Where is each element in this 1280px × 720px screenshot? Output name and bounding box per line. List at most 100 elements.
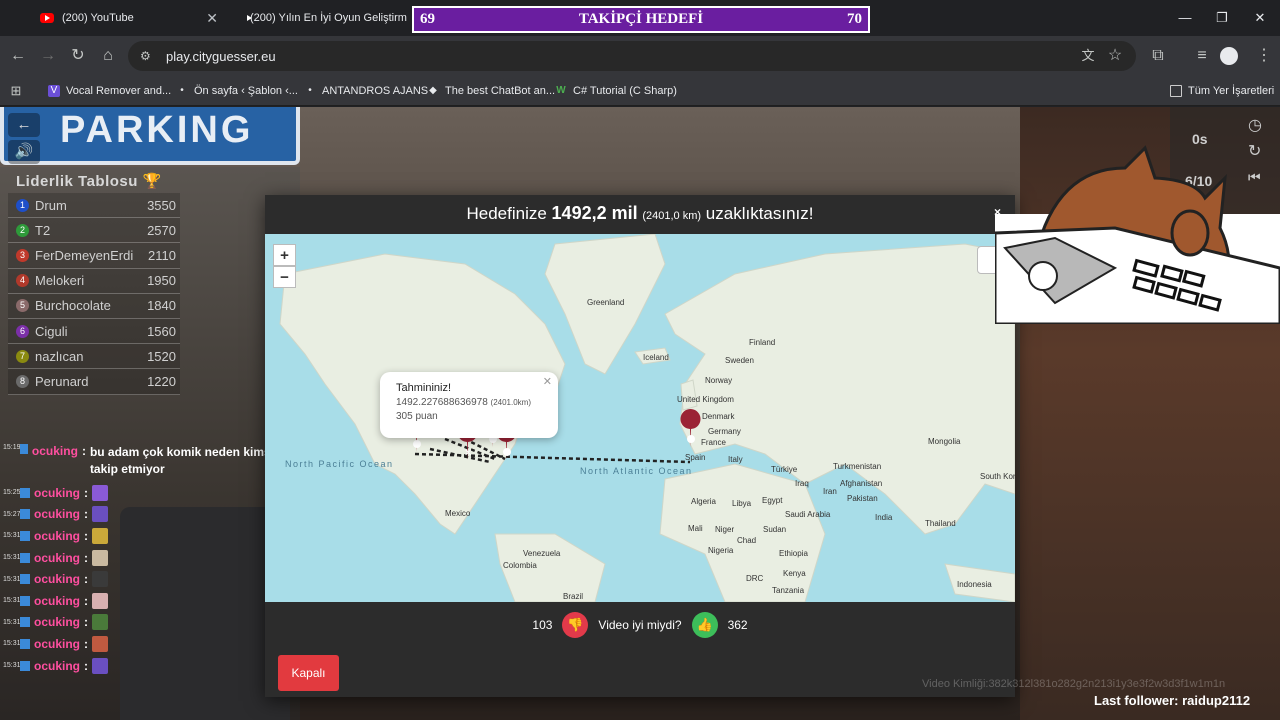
- map-label: Sudan: [763, 525, 786, 534]
- map-label: Mexico: [445, 509, 471, 518]
- zoom-in-button[interactable]: +: [273, 244, 296, 266]
- leaderboard-row: 1 Drum 3550: [8, 193, 180, 219]
- rank-badge: 6: [16, 324, 29, 338]
- thumbs-up-icon[interactable]: 👍: [691, 612, 718, 638]
- map-label: Venezuela: [523, 549, 561, 558]
- chat-message: 15:31 ocuking:: [0, 655, 300, 677]
- player-name: Drum: [35, 197, 67, 213]
- translate-icon[interactable]: 文: [1076, 44, 1100, 68]
- chat-username: ocuking: [34, 615, 81, 630]
- map-label: Mali: [688, 524, 703, 533]
- parking-sign-text: PARKING: [60, 109, 254, 151]
- leaderboard-row: 3 FerDemeyenErdi 2110: [8, 243, 180, 269]
- tab-youtube[interactable]: (200) YouTube ✕: [30, 4, 226, 32]
- map-label: India: [875, 513, 893, 522]
- chat-username: ocuking: [31, 444, 78, 458]
- video-id-text: Video Kimliği:382k312l381o282g2n213i1y3e…: [922, 678, 1226, 690]
- map-label: Egypt: [762, 496, 783, 505]
- chat-message: 15:31 ocuking:: [0, 612, 300, 634]
- map-label: United Kingdom: [677, 395, 734, 404]
- rank-badge: 7: [16, 349, 29, 363]
- parking-sign: PARKING: [0, 107, 300, 165]
- reload-icon[interactable]: ↻: [66, 44, 90, 68]
- chat-colon: :: [84, 615, 89, 630]
- tab-title: (200) Yılın En İyi Oyun Geliştirm: [250, 12, 407, 24]
- bookmark-favicon: W: [556, 85, 566, 96]
- chat-colon: :: [84, 507, 89, 522]
- chat-timestamp: 15:31: [3, 662, 21, 670]
- chat-timestamp: 15:19: [3, 444, 21, 451]
- chat-badge-icon: [20, 444, 28, 454]
- chat-timestamp: 15:27: [3, 510, 21, 518]
- extensions-icon[interactable]: ⧉: [1146, 44, 1170, 68]
- goal-target: 70: [847, 11, 862, 27]
- ocean-label: North Atlantic Ocean: [580, 466, 693, 476]
- chat-colon: :: [81, 444, 86, 458]
- player-name: FerDemeyenErdi: [35, 247, 134, 263]
- thumbs-down-count: 103: [532, 618, 553, 632]
- map-label: Mongolia: [928, 437, 961, 446]
- tab-title: (200) YouTube: [62, 12, 134, 24]
- back-arrow-icon[interactable]: ←: [8, 113, 40, 137]
- site-info-icon[interactable]: ⚙: [140, 49, 154, 63]
- menu-icon[interactable]: ⋮: [1252, 44, 1276, 68]
- bookmark-label: Vocal Remover and...: [66, 85, 172, 97]
- zoom-out-button[interactable]: −: [273, 266, 296, 288]
- popup-close-icon[interactable]: ✕: [543, 375, 552, 388]
- back-icon[interactable]: ←: [6, 44, 30, 68]
- map-label: Indonesia: [957, 580, 992, 589]
- chat-badge-icon: [20, 487, 30, 498]
- goal-title: TAKİPÇİ HEDEFİ: [578, 11, 704, 27]
- address-bar[interactable]: ⚙ play.cityguesser.eu: [128, 41, 1136, 71]
- chat-emote-icon: [92, 484, 109, 501]
- leaderboard-row: 6 Ciguli 1560: [8, 318, 180, 345]
- map-label: Finland: [749, 338, 775, 347]
- home-icon[interactable]: ⌂: [96, 44, 120, 68]
- chat-badge-icon: [20, 595, 30, 606]
- minimize-icon[interactable]: —: [1175, 8, 1195, 28]
- map-label: Pakistan: [847, 494, 878, 503]
- bookmark-star-icon[interactable]: ☆: [1103, 44, 1127, 68]
- distance-km: (2401,0 km): [642, 210, 702, 222]
- map-label: Iraq: [795, 479, 809, 488]
- distance-mi: 1492,2 mil: [551, 203, 638, 223]
- bookmark-item[interactable]: • ANTANDROS AJANS: [304, 82, 428, 100]
- forward-icon[interactable]: →: [36, 44, 60, 68]
- chat-colon: :: [84, 658, 89, 673]
- trophy-icon: 🏆: [142, 173, 162, 190]
- close-tab-icon[interactable]: ✕: [206, 10, 218, 27]
- bookmark-item[interactable]: • Ön sayfa ‹ Şablon ‹...: [176, 82, 298, 100]
- chat-badge-icon: [20, 530, 30, 541]
- chat-emote-icon: [92, 527, 109, 544]
- maximize-icon[interactable]: ❐: [1212, 8, 1232, 28]
- bookmark-item[interactable]: ◆ The best ChatBot an...: [427, 82, 555, 100]
- thumbs-down-icon[interactable]: 👎: [562, 612, 589, 638]
- rank-badge: 1: [16, 198, 29, 212]
- tab-youtube-video[interactable]: (200) Yılın En İyi Oyun Geliştirm: [232, 4, 412, 32]
- map-label: DRC: [746, 574, 764, 583]
- apps-grid-icon[interactable]: ⊞: [4, 79, 28, 103]
- chat-message: 15:31 ocuking:: [0, 590, 300, 612]
- map-label: Iceland: [643, 353, 669, 362]
- all-bookmarks-folder[interactable]: Tüm Yer İşaretleri: [1170, 82, 1274, 100]
- map-label: Saudi Arabia: [785, 510, 831, 519]
- window-close-icon[interactable]: ✕: [1250, 8, 1270, 28]
- chat-emote-icon: [92, 635, 109, 652]
- world-map[interactable]: Greenland Iceland Finland Sweden Norway …: [265, 234, 1015, 602]
- speaker-icon[interactable]: 🔊: [8, 140, 40, 164]
- player-score: 1520: [147, 348, 176, 364]
- media-icon[interactable]: ≡: [1190, 44, 1214, 68]
- bookmark-item[interactable]: V Vocal Remover and...: [48, 82, 171, 100]
- chat-timestamp: 15:31: [3, 575, 21, 583]
- chat-message: 15:31 ocuking:: [0, 525, 300, 547]
- rank-badge: 2: [16, 223, 29, 237]
- svg-text:✕: ✕: [464, 448, 472, 459]
- bookmark-item[interactable]: W C# Tutorial (C Sharp): [555, 82, 677, 100]
- map-label: Chad: [737, 536, 756, 545]
- close-button[interactable]: Kapalı: [278, 655, 339, 691]
- chat-emote-icon: [92, 506, 109, 523]
- profile-avatar[interactable]: [1220, 47, 1238, 65]
- map-svg: Greenland Iceland Finland Sweden Norway …: [279, 234, 1015, 602]
- chat-username: ocuking: [34, 572, 81, 587]
- player-score: 3550: [147, 197, 176, 213]
